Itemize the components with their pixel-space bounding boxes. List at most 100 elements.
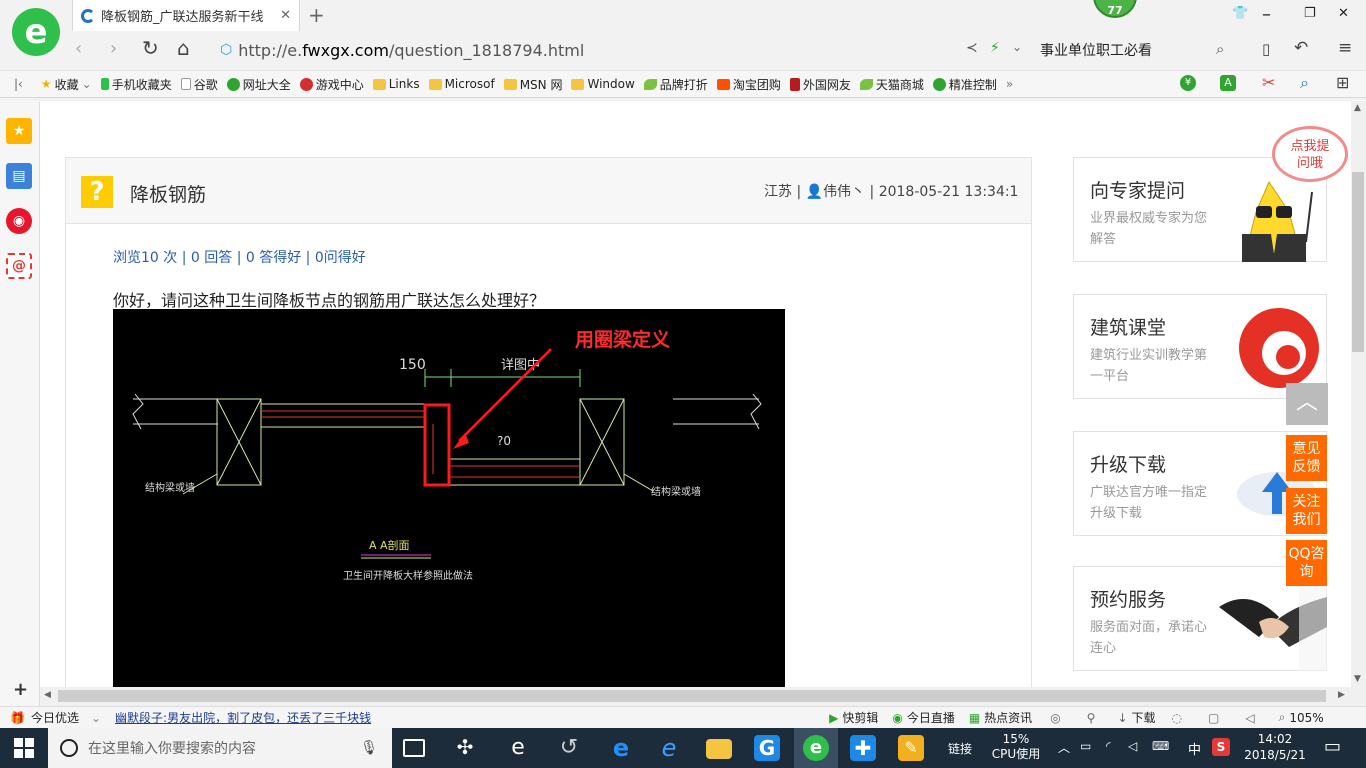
- windows-start-icon[interactable]: [14, 738, 34, 758]
- 360-browser-icon[interactable]: e: [803, 735, 829, 761]
- scissors-icon[interactable]: ✂: [1262, 73, 1275, 92]
- file-explorer-icon[interactable]: [706, 739, 732, 759]
- sogou-icon[interactable]: S: [1212, 738, 1230, 756]
- speed-icon[interactable]: ◌: [1172, 711, 1182, 725]
- weibo-icon[interactable]: ◉: [6, 208, 32, 234]
- ask-bubble[interactable]: 点我提问哦: [1272, 126, 1348, 182]
- taskbar-search-box[interactable]: 在这里输入你要搜索的内容 🎙: [48, 728, 392, 768]
- bookmark-mobile[interactable]: 手机收藏夹: [100, 76, 172, 93]
- status-zoom[interactable]: 105%: [1289, 711, 1323, 725]
- search-box[interactable]: 事业单位职工必看: [1040, 37, 1240, 63]
- phone-icon[interactable]: ▯: [1262, 40, 1270, 58]
- favorites-star-icon[interactable]: ★: [6, 118, 32, 144]
- status-quick-edit[interactable]: 快剪辑: [842, 709, 878, 726]
- task-view-icon[interactable]: [403, 739, 425, 757]
- browser-logo-icon[interactable]: e: [12, 8, 60, 56]
- search-icon[interactable]: ⌕: [1216, 40, 1224, 58]
- apps-grid-icon[interactable]: ⊞: [1336, 73, 1349, 92]
- accelerate-icon[interactable]: ◎: [1050, 711, 1060, 725]
- forward-button[interactable]: ›: [110, 38, 117, 59]
- status-download[interactable]: 下载: [1132, 709, 1156, 726]
- question-user[interactable]: 伟伟丶: [823, 184, 865, 200]
- minimize-button[interactable]: –: [1262, 4, 1271, 25]
- bookmark-msn[interactable]: MSN 网: [503, 76, 562, 93]
- window-icon[interactable]: ▢: [1208, 711, 1219, 725]
- spiral-icon[interactable]: ↺: [556, 735, 582, 761]
- vertical-scrollbar-thumb[interactable]: [1352, 172, 1364, 352]
- bookmark-games[interactable]: 游戏中心: [299, 76, 364, 93]
- maximize-button[interactable]: ❐: [1304, 6, 1316, 21]
- scroll-up-icon[interactable]: ▲: [1354, 103, 1361, 113]
- ie-browser-icon[interactable]: e: [505, 735, 531, 761]
- status-live[interactable]: 今日直播: [907, 709, 955, 726]
- taskbar-clock[interactable]: 14:02 2018/5/21: [1244, 731, 1306, 763]
- back-button[interactable]: ‹: [75, 38, 82, 59]
- chevron-down-icon[interactable]: ⌄: [1012, 40, 1022, 54]
- add-sidebar-icon[interactable]: +: [13, 679, 28, 700]
- translate-icon[interactable]: A: [1220, 75, 1236, 91]
- more-bookmarks-icon[interactable]: »: [1006, 77, 1013, 91]
- scroll-left-icon[interactable]: ◀: [44, 690, 51, 700]
- feedback-button[interactable]: 意见反馈: [1286, 435, 1327, 481]
- status-today-picks[interactable]: 今日优选: [31, 709, 79, 726]
- ie-icon[interactable]: e: [656, 735, 682, 761]
- zoom-icon[interactable]: ⌕: [1279, 710, 1286, 725]
- shield-icon[interactable]: ¥: [1180, 75, 1196, 91]
- status-hot-news[interactable]: 热点资讯: [984, 709, 1032, 726]
- refresh-button[interactable]: ↻: [142, 36, 159, 60]
- tray-expand-icon[interactable]: ︿: [1058, 739, 1070, 756]
- taskbar-links-label[interactable]: 链接: [948, 740, 972, 757]
- search-input[interactable]: 事业单位职工必看: [1040, 40, 1152, 60]
- bookmark-precise[interactable]: 精准控制: [932, 76, 997, 93]
- notification-center-icon[interactable]: ▭: [1324, 736, 1341, 757]
- close-window-button[interactable]: ✕: [1338, 6, 1349, 21]
- new-tab-button[interactable]: +: [308, 3, 325, 27]
- taskbar-search-input[interactable]: 在这里输入你要搜索的内容: [88, 738, 256, 758]
- bookmark-taobao[interactable]: 淘宝团购: [716, 76, 781, 93]
- collapse-sidebar-icon[interactable]: |‹: [14, 77, 23, 91]
- menu-icon[interactable]: ≡: [1338, 38, 1352, 58]
- microphone-icon[interactable]: 🎙: [360, 740, 378, 756]
- lightning-icon[interactable]: ⚡: [990, 40, 1000, 56]
- audio-icon[interactable]: ◁: [1245, 711, 1254, 725]
- notes-icon[interactable]: ✎: [898, 735, 924, 761]
- bookmark-links[interactable]: Links: [372, 77, 420, 91]
- magnifier-icon[interactable]: ⌕: [1300, 73, 1309, 93]
- back-to-top-button[interactable]: ︿: [1286, 383, 1328, 425]
- cad-drawing-image[interactable]: 150 详图中 ?0 用圈梁定义 结构梁或墙 结构梁或墙 A A剖面 卫生间开降…: [113, 309, 785, 687]
- undo-icon[interactable]: ↶: [1294, 38, 1308, 58]
- close-icon[interactable]: ✕: [280, 8, 291, 23]
- chevron-down-icon[interactable]: ⌄: [91, 711, 101, 725]
- bookmark-microsoft[interactable]: Microsof: [428, 77, 495, 91]
- email-icon[interactable]: @: [6, 253, 32, 279]
- home-button[interactable]: ⌂: [177, 36, 190, 60]
- qq-consult-button[interactable]: QQ咨询: [1286, 540, 1327, 586]
- pin-icon[interactable]: ⚲: [1087, 711, 1096, 725]
- reading-list-icon[interactable]: ▤: [6, 163, 32, 189]
- share-icon[interactable]: ≺: [966, 40, 978, 56]
- address-url[interactable]: http://e.fwxgx.com/question_1818794.html: [238, 41, 584, 60]
- cpu-monitor[interactable]: 15% CPU使用: [990, 732, 1042, 762]
- ime-indicator[interactable]: 中: [1188, 739, 1201, 758]
- scroll-down-icon[interactable]: ▼: [1354, 674, 1361, 684]
- bookmark-favorites[interactable]: ★ 收藏 ⌄: [41, 76, 92, 93]
- wifi-icon[interactable]: ◜: [1106, 739, 1111, 753]
- glodon-icon[interactable]: G: [754, 735, 780, 761]
- follow-us-button[interactable]: 关注我们: [1286, 488, 1327, 534]
- keyboard-icon[interactable]: ⌨: [1152, 739, 1169, 753]
- bookmark-brand[interactable]: 品牌打折: [643, 76, 708, 93]
- scroll-right-icon[interactable]: ▶: [1338, 690, 1345, 700]
- bookmark-google[interactable]: 谷歌: [180, 76, 218, 93]
- browser-tab[interactable]: 降板钢筋_广联达服务新干线 ✕: [72, 0, 300, 31]
- volume-icon[interactable]: ◁: [1128, 739, 1137, 753]
- bookmark-tmall[interactable]: 天猫商城: [859, 76, 924, 93]
- horizontal-scrollbar-thumb[interactable]: [58, 690, 1326, 702]
- remote-icon[interactable]: ✚: [850, 735, 876, 761]
- battery-icon[interactable]: ▭: [1080, 739, 1091, 753]
- skin-icon[interactable]: 👕: [1232, 6, 1248, 21]
- bookmark-sites[interactable]: 网址大全: [226, 76, 291, 93]
- status-news-link[interactable]: 幽默段子:男友出院，割了皮包，还丢了三千块钱: [115, 709, 371, 726]
- address-bar[interactable]: ⬡ http://e.fwxgx.com/question_1818794.ht…: [220, 37, 960, 63]
- bookmark-foreign[interactable]: 外国网友: [789, 76, 851, 93]
- bookmark-windows[interactable]: Window: [571, 77, 635, 91]
